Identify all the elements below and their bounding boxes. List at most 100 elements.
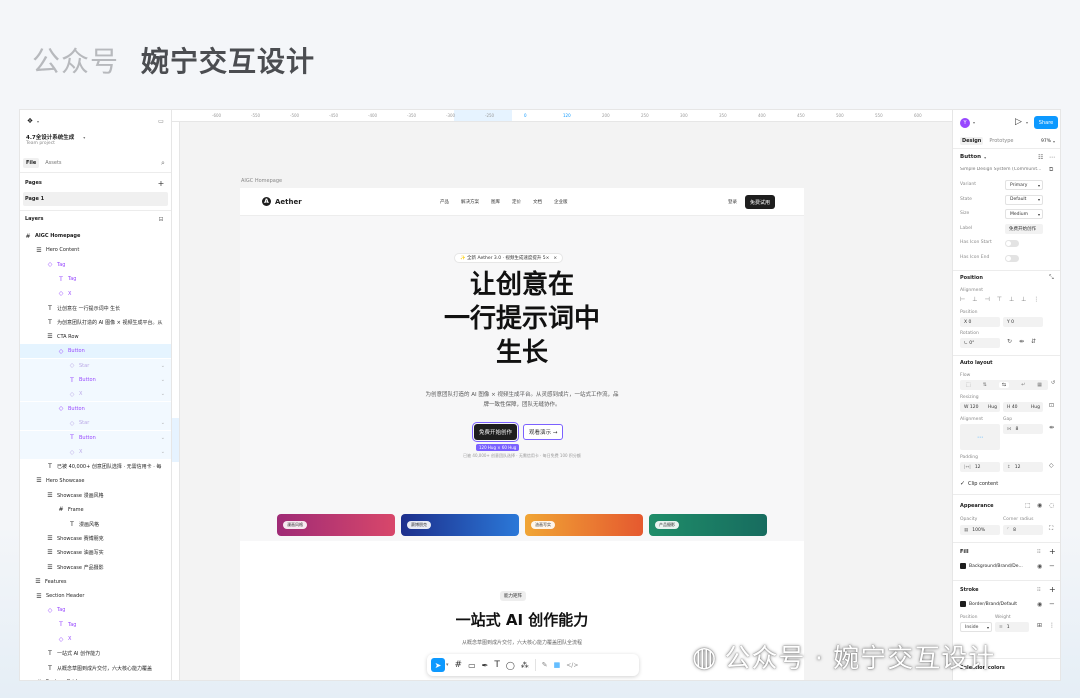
- text-tool-icon[interactable]: T: [494, 660, 500, 670]
- component-settings-icon[interactable]: ☷: [1038, 154, 1043, 161]
- layer-label[interactable]: X: [79, 449, 82, 455]
- stroke-weight-field[interactable]: ≡ 1: [995, 622, 1029, 632]
- layer-row[interactable]: ☰ Showcase 漫画风格: [20, 488, 171, 502]
- padding-vertical-field[interactable]: ↕ 12: [1003, 462, 1043, 472]
- alignment-grid[interactable]: ⋯: [960, 424, 1000, 450]
- frame-label[interactable]: AIGC Homepage: [241, 178, 282, 184]
- announcement-tag[interactable]: ✨ 全新 Aether 3.0 · 视频生成速度提升 5× ×: [454, 253, 564, 263]
- align-top-icon[interactable]: ⊤: [997, 296, 1002, 306]
- layer-row[interactable]: T Button ⌄: [20, 373, 171, 387]
- layer-row[interactable]: T 已被 40,000+ 创意团队选择 · 无需信用卡 · 每: [20, 459, 171, 473]
- page-item[interactable]: Page 1: [23, 192, 168, 206]
- layer-label[interactable]: Button: [68, 406, 85, 412]
- stroke-swatch[interactable]: [960, 601, 966, 607]
- layer-row[interactable]: T Tag: [20, 618, 171, 632]
- layer-label[interactable]: 漫画风格: [79, 521, 99, 528]
- visibility-icon[interactable]: ◉: [1037, 563, 1042, 570]
- brand-logo-icon[interactable]: A: [262, 197, 271, 206]
- layer-label[interactable]: X: [79, 391, 82, 397]
- showcase-card-product[interactable]: 产品摄影: [649, 514, 767, 536]
- distribute-icon[interactable]: ⋮: [1033, 296, 1039, 306]
- layer-row[interactable]: ◇ Star ⌄: [20, 358, 171, 373]
- rotate-icon[interactable]: ↻: [1007, 338, 1012, 345]
- layer-label[interactable]: Star: [79, 363, 89, 369]
- component-header[interactable]: Button ▾: [960, 154, 986, 160]
- checkbox-icon[interactable]: ✓: [960, 480, 965, 487]
- rectangle-tool-icon[interactable]: ▭: [468, 661, 476, 670]
- chevron-down-icon[interactable]: ⌄: [161, 377, 165, 383]
- y-field[interactable]: Y 0: [1003, 317, 1043, 327]
- fill-value[interactable]: Background/Brand/De...: [969, 564, 1023, 569]
- property-field[interactable]: 免费开始创作: [1005, 223, 1043, 234]
- height-mode[interactable]: Hug: [1031, 405, 1040, 410]
- layer-label[interactable]: Showcase 漫画风格: [57, 492, 104, 499]
- layer-label[interactable]: Showcase 赛博朋克: [57, 535, 104, 542]
- layer-row[interactable]: ◇ Button: [20, 401, 171, 416]
- layer-label[interactable]: X: [68, 291, 71, 297]
- share-button[interactable]: Share: [1034, 116, 1058, 129]
- property-toggle[interactable]: [1005, 240, 1019, 247]
- layer-row[interactable]: ◇ X ⌄: [20, 387, 171, 402]
- layer-row[interactable]: ◇ X ⌄: [20, 445, 171, 459]
- constrain-icon[interactable]: ⊡: [1049, 402, 1054, 409]
- collapse-layers-icon[interactable]: ⊟: [157, 215, 165, 223]
- canvas[interactable]: -600 -550 -500 -450 -400 -350 -300 -250 0 120 200 2…: [172, 110, 952, 680]
- flow-horizontal-icon[interactable]: ⇆: [998, 382, 1010, 388]
- property-select[interactable]: Default ▾: [1005, 194, 1043, 205]
- nav-link[interactable]: 定价: [512, 199, 521, 205]
- chevron-down-icon[interactable]: ▾: [446, 662, 449, 668]
- search-icon[interactable]: ⌕: [159, 159, 167, 167]
- flow-grid-icon[interactable]: ▦: [1037, 382, 1042, 388]
- width-mode[interactable]: Hug: [988, 405, 997, 410]
- more-options-icon[interactable]: ⋯: [1049, 154, 1055, 161]
- layer-row[interactable]: ☰ Showcase 油画写实: [20, 546, 171, 560]
- layer-label[interactable]: CTA Row: [57, 334, 79, 340]
- nav-link[interactable]: 图库: [491, 199, 500, 205]
- layer-row[interactable]: # Frame: [20, 503, 171, 517]
- layer-row[interactable]: T 漫画风格: [20, 517, 171, 531]
- property-select[interactable]: Medium ▾: [1005, 209, 1043, 219]
- layer-label[interactable]: Hero Content: [46, 247, 79, 253]
- component-name[interactable]: Button: [960, 154, 981, 160]
- styles-icon[interactable]: ⁝⁝: [1037, 548, 1041, 555]
- layer-label[interactable]: Tag: [57, 262, 65, 268]
- layer-label[interactable]: 已被 40,000+ 创意团队选择 · 无需信用卡 · 每: [57, 463, 161, 470]
- nav-link[interactable]: 文档: [533, 199, 542, 205]
- padding-settings-icon[interactable]: ◇: [1049, 462, 1054, 469]
- chevron-down-icon[interactable]: ⌄: [161, 391, 165, 397]
- opacity-field[interactable]: ▦ 100%: [960, 525, 1000, 535]
- layer-label[interactable]: 一站式 AI 创作能力: [57, 650, 100, 657]
- chevron-down-icon[interactable]: ▾: [1026, 120, 1028, 125]
- fit-icon[interactable]: ⤡: [1049, 274, 1054, 282]
- layer-row[interactable]: T 为创意团队打造的 AI 图像 × 视频生成平台。从: [20, 315, 171, 329]
- align-right-icon[interactable]: ⊣: [984, 296, 989, 306]
- layer-label[interactable]: Showcase 油画写实: [57, 549, 104, 556]
- layer-row[interactable]: T 让创意在 一行提示词中 生长: [20, 301, 171, 315]
- tab-file[interactable]: File: [23, 158, 40, 168]
- figma-logo-icon[interactable]: ❖: [26, 117, 34, 125]
- page-item-label[interactable]: Page 1: [25, 196, 44, 202]
- remove-fill-icon[interactable]: −: [1049, 562, 1055, 570]
- layer-row[interactable]: T 从概念草图到成片交付，六大核心能力覆盖: [20, 661, 171, 675]
- showcase-card-comic[interactable]: 漫画风格: [277, 514, 395, 536]
- showcase-card-cyberpunk[interactable]: 赛博朋克: [401, 514, 519, 536]
- flip-vertical-icon[interactable]: ⇵: [1031, 338, 1036, 345]
- avatar[interactable]: Y: [960, 118, 970, 128]
- layer-label[interactable]: 为创意团队打造的 AI 图像 × 视频生成平台。从: [57, 319, 162, 326]
- layer-row[interactable]: #Feature Grid: [20, 675, 171, 680]
- fill-swatch[interactable]: [960, 563, 966, 569]
- homepage-frame[interactable]: A Aether 产品 解决方案 图库 定价 文档 企业版 登录 免费试用 ✨ 全新 Ae…: [240, 188, 804, 680]
- align-center-icon[interactable]: ⊥: [972, 296, 977, 306]
- pen-tool-icon[interactable]: ✒: [482, 661, 489, 670]
- layer-row[interactable]: ◇ Tag: [20, 603, 171, 617]
- zoom-level[interactable]: 97%: [1041, 139, 1051, 144]
- stroke-sides-icon[interactable]: ⊞: [1037, 622, 1042, 629]
- tab-prototype[interactable]: Prototype: [989, 138, 1013, 144]
- chevron-down-icon[interactable]: ▾: [1053, 139, 1055, 144]
- showcase-card-oil[interactable]: 油画写实: [525, 514, 643, 536]
- stroke-row[interactable]: Border/Brand/Default: [960, 601, 1017, 607]
- align-left-icon[interactable]: ⊢: [960, 296, 965, 306]
- layer-row[interactable]: ◇ Star ⌄: [20, 416, 171, 431]
- trial-button[interactable]: 免费试用: [745, 195, 776, 209]
- draw-mode-icon[interactable]: ✎: [542, 661, 548, 669]
